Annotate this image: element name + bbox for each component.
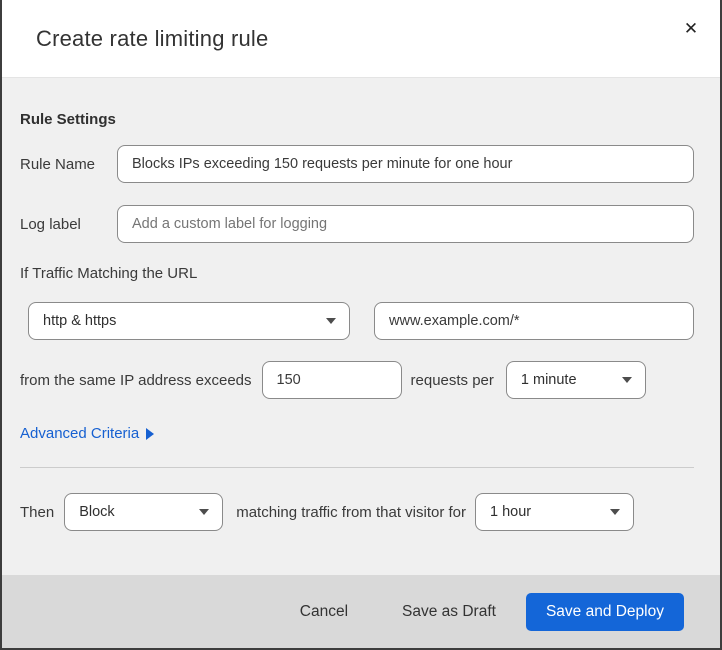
action-select-value: Block xyxy=(79,504,115,520)
cancel-button[interactable]: Cancel xyxy=(290,595,358,629)
request-count-input[interactable] xyxy=(261,361,402,399)
chevron-down-icon xyxy=(199,509,210,515)
chevron-down-icon xyxy=(610,509,621,515)
duration-select[interactable]: 1 hour xyxy=(475,493,635,531)
modal-body: Rule Settings Rule Name Log label If Tra… xyxy=(2,78,720,575)
threshold-prefix-text: from the same IP address exceeds xyxy=(20,371,252,389)
rule-name-label: Rule Name xyxy=(20,155,96,173)
section-divider xyxy=(20,467,694,468)
threshold-row: from the same IP address exceeds request… xyxy=(20,361,694,399)
threshold-middle-text: requests per xyxy=(410,371,494,389)
duration-select-value: 1 hour xyxy=(490,504,532,520)
modal-header: Create rate limiting rule ✕ xyxy=(2,0,720,78)
log-label-label: Log label xyxy=(20,215,81,233)
url-match-row: http & https xyxy=(20,302,694,340)
rule-name-row: Rule Name xyxy=(20,145,694,183)
traffic-match-heading: If Traffic Matching the URL xyxy=(20,265,198,282)
log-label-input[interactable] xyxy=(117,205,694,243)
advanced-criteria-link[interactable]: Advanced Criteria xyxy=(20,425,155,442)
log-label-row: Log label xyxy=(20,205,694,243)
save-as-draft-button[interactable]: Save as Draft xyxy=(392,595,506,629)
action-prefix-text: Then xyxy=(20,503,55,521)
close-icon: ✕ xyxy=(683,19,699,38)
chevron-down-icon xyxy=(621,377,632,383)
scheme-select[interactable]: http & https xyxy=(28,302,350,340)
modal-footer: Cancel Save as Draft Save and Deploy xyxy=(2,575,720,648)
url-pattern-input[interactable] xyxy=(374,302,694,340)
chevron-down-icon xyxy=(326,318,336,324)
action-select[interactable]: Block xyxy=(64,493,224,531)
rule-name-input[interactable] xyxy=(117,145,694,183)
scheme-select-value: http & https xyxy=(43,313,117,329)
rule-settings-heading: Rule Settings xyxy=(20,111,116,128)
action-row: Then Block matching traffic from that vi… xyxy=(20,493,694,531)
modal-title: Create rate limiting rule xyxy=(36,25,269,51)
close-button[interactable]: ✕ xyxy=(676,14,706,44)
period-select-value: 1 minute xyxy=(520,372,577,388)
rate-limit-modal: Create rate limiting rule ✕ Rule Setting… xyxy=(0,0,722,650)
save-and-deploy-button[interactable]: Save and Deploy xyxy=(525,593,684,631)
period-select[interactable]: 1 minute xyxy=(505,361,646,399)
action-middle-text: matching traffic from that visitor for xyxy=(236,503,467,521)
chevron-right-icon xyxy=(146,427,155,440)
advanced-criteria-label: Advanced Criteria xyxy=(20,425,140,442)
